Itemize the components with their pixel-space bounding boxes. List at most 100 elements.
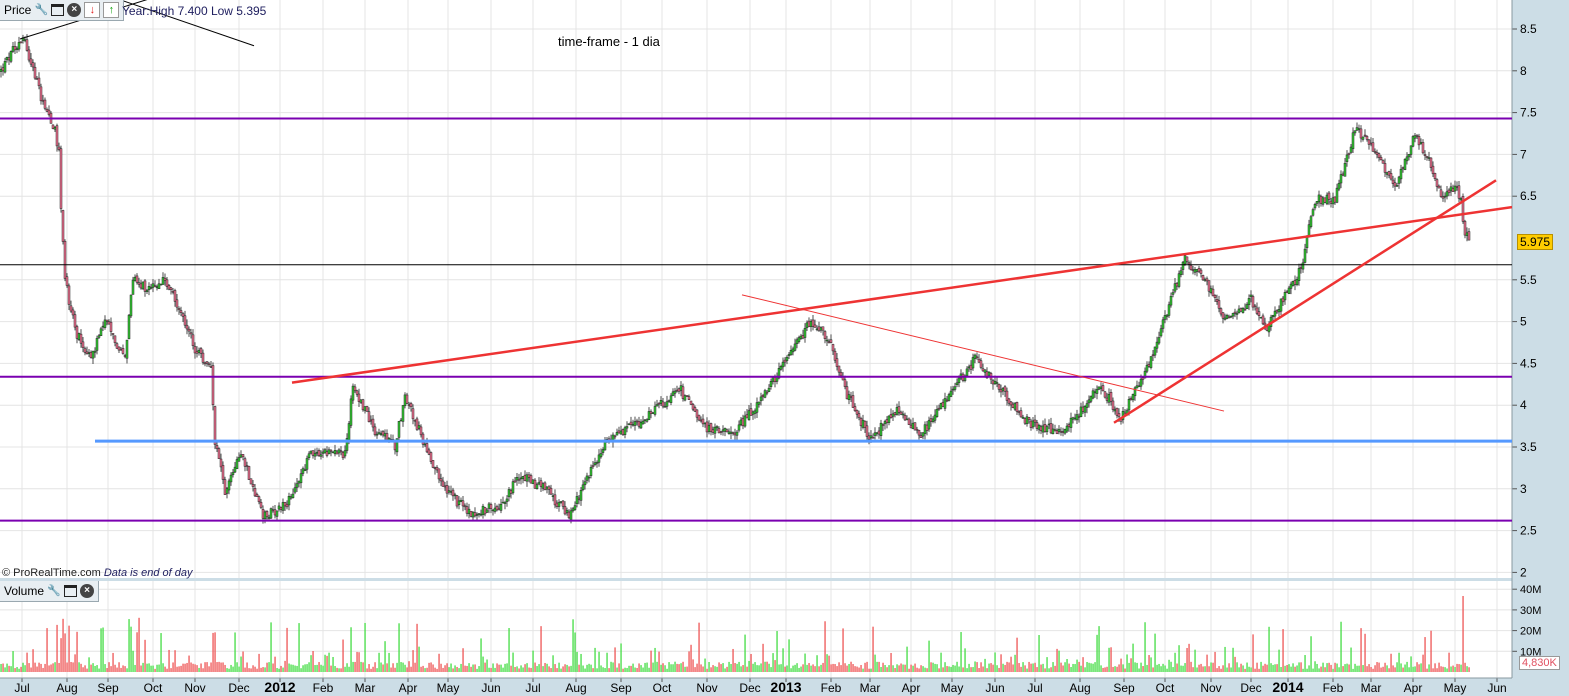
volume-bar-up (348, 666, 350, 672)
volume-bar-down (1034, 662, 1036, 672)
volume-bar-up (922, 666, 924, 672)
volume-bar-down (218, 661, 220, 672)
last-price-badge: 5.975 (1517, 234, 1554, 250)
candle-down (357, 393, 361, 402)
volume-bar-up (264, 667, 266, 672)
volume-bar-up (522, 667, 524, 672)
volume-bar-up (1308, 665, 1310, 672)
volume-bar-down (82, 667, 84, 672)
volume-bar-down (122, 665, 124, 672)
volume-bar-up (376, 668, 378, 672)
volume-bar-up (988, 663, 990, 672)
candle-down (1319, 196, 1323, 204)
candle-up (869, 435, 873, 439)
volume-bar-up (142, 662, 144, 672)
candle-down (1115, 407, 1119, 416)
wrench-icon[interactable]: 🔧 (47, 584, 61, 598)
volume-bar-down (242, 651, 244, 672)
volume-bar-down (1394, 667, 1396, 672)
volume-bar-down (554, 664, 556, 672)
volume-bar-up (996, 665, 998, 672)
candle-up (707, 425, 711, 433)
volume-bar-up (644, 662, 646, 672)
volume-bar-up (298, 623, 300, 672)
wrench-icon[interactable]: 🔧 (34, 3, 48, 17)
volume-bar-down (686, 666, 688, 672)
volume-bar-up (870, 668, 872, 672)
candle-up (1229, 315, 1233, 318)
candle-down (783, 359, 787, 363)
candle-down (335, 451, 339, 455)
volume-bar-down (938, 668, 940, 672)
candle-up (1065, 425, 1069, 432)
volume-bar-down (256, 668, 258, 672)
candle-up (887, 415, 891, 423)
volume-bar-up (1122, 664, 1124, 672)
volume-bar-down (212, 632, 214, 672)
window-icon[interactable] (51, 4, 65, 16)
volume-bar-down (1320, 666, 1322, 672)
volume-bar-up (952, 664, 954, 672)
volume-bar-down (356, 651, 358, 672)
volume-bar-up (320, 664, 322, 672)
price-volume-chart[interactable]: 22.533.544.555.56.577.588.510M20M30M40MJ… (0, 0, 1569, 696)
volume-panel-header: Volume 🔧 × (0, 581, 100, 602)
candle-up (291, 493, 295, 498)
candle-up (1037, 425, 1041, 430)
candle-up (875, 432, 879, 435)
candle-down (139, 283, 143, 289)
volume-bar-up (1180, 665, 1182, 672)
candle-down (913, 422, 917, 431)
candle-down (705, 421, 709, 433)
volume-bar-down (470, 666, 472, 672)
volume-bar-down (140, 665, 142, 672)
candle-down (807, 320, 811, 328)
volume-bar-down (1376, 662, 1378, 672)
candle-up (1131, 393, 1135, 401)
window-icon[interactable] (64, 585, 78, 597)
time-tick-label: Sep (1113, 681, 1135, 695)
candle-up (939, 402, 943, 409)
candle-up (1241, 308, 1245, 313)
candle-up (1313, 203, 1317, 209)
volume-bar-up (936, 664, 938, 672)
candle-up (647, 411, 651, 421)
candle-up (1273, 310, 1277, 317)
volume-bar-down (548, 666, 550, 672)
arrow-up-icon[interactable]: ↑ (103, 2, 120, 18)
candle-up (595, 462, 599, 464)
volume-bar-down (262, 667, 264, 672)
volume-bar-down (854, 666, 856, 672)
volume-bar-down (1040, 664, 1042, 672)
candle-up (129, 294, 133, 317)
candle-up (319, 454, 323, 457)
candle-down (817, 326, 821, 331)
candle-down (1053, 429, 1057, 431)
volume-bar-down (46, 628, 48, 672)
volume-bar-up (616, 667, 618, 672)
candle-up (1079, 406, 1083, 418)
candle-down (67, 285, 71, 305)
volume-bar-down (188, 655, 190, 672)
candle-down (179, 310, 183, 313)
candle-down (1435, 179, 1439, 187)
close-icon[interactable]: × (80, 584, 95, 598)
candle-down (801, 335, 805, 339)
volume-bar-down (358, 652, 360, 672)
volume-bar-up (576, 651, 578, 672)
arrow-down-icon[interactable]: ↓ (84, 2, 101, 18)
candle-up (669, 395, 673, 403)
candle-up (753, 410, 757, 414)
volume-bar-down (464, 665, 466, 672)
close-icon[interactable]: × (67, 3, 82, 17)
volume-bar-down (1390, 653, 1392, 672)
volume-bar-down (1120, 658, 1122, 672)
candle-down (71, 309, 75, 316)
volume-bar-down (258, 653, 260, 672)
volume-bar-down (838, 662, 840, 672)
volume-bar-down (438, 653, 440, 672)
candle-up (615, 432, 619, 436)
volume-bar-up (542, 666, 544, 672)
volume-bar-down (436, 668, 438, 672)
volume-bar-down (20, 666, 22, 672)
